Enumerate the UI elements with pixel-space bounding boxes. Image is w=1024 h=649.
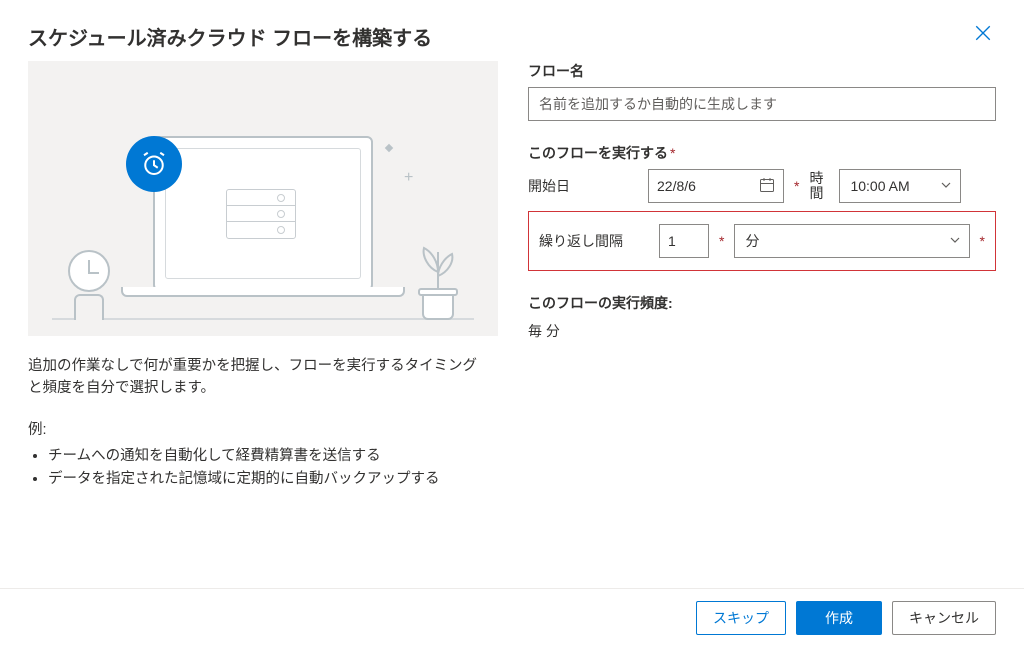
time-label: 時間 — [809, 171, 829, 202]
start-date-input[interactable]: 22/8/6 — [648, 169, 784, 203]
dialog-header: スケジュール済みクラウド フローを構築する — [0, 0, 1024, 61]
frequency-section: このフローの実行頻度: 毎 分 — [528, 293, 996, 341]
chevron-down-icon — [940, 178, 952, 194]
required-marker: * — [794, 178, 799, 194]
description-text: 追加の作業なしで何が重要かを把握し、フローを実行するタイミングと頻度を自分で選択… — [28, 356, 488, 400]
list-item: データを指定された記憶域に定期的に自動バックアップする — [48, 468, 488, 491]
repeat-unit-select[interactable]: 分 — [734, 224, 969, 258]
repeat-highlighted-section: 繰り返し間隔 1 * 分 * — [528, 211, 996, 271]
required-marker: * — [980, 233, 985, 249]
desk-clock-icon — [64, 250, 114, 320]
start-date-label: 開始日 — [528, 176, 638, 196]
chevron-down-icon — [949, 233, 961, 249]
dialog-title: スケジュール済みクラウド フローを構築する — [28, 22, 432, 51]
flow-name-input[interactable] — [528, 87, 996, 121]
repeat-unit-value: 分 — [745, 231, 759, 251]
time-value: 10:00 AM — [850, 178, 909, 194]
repeat-value-input[interactable]: 1 — [659, 224, 709, 258]
frequency-label: このフローの実行頻度: — [528, 293, 996, 313]
right-column: フロー名 このフローを実行する* 開始日 22/8/6 * 時間 — [508, 61, 996, 588]
create-button[interactable]: 作成 — [796, 601, 882, 635]
flow-name-label: フロー名 — [528, 61, 996, 81]
time-select[interactable]: 10:00 AM — [839, 169, 961, 203]
dialog-body: + — [0, 61, 1024, 588]
calendar-icon[interactable] — [759, 177, 775, 196]
plant-icon — [408, 230, 468, 320]
examples-label: 例: — [28, 418, 488, 439]
run-section: このフローを実行する* 開始日 22/8/6 * 時間 10:00 AM — [528, 143, 996, 203]
sparkle-icon: + — [404, 169, 413, 187]
left-column: + — [28, 61, 508, 588]
start-date-value: 22/8/6 — [657, 178, 696, 194]
dialog: スケジュール済みクラウド フローを構築する + — [0, 0, 1024, 649]
illustration: + — [28, 61, 498, 336]
laptop-icon — [153, 136, 393, 311]
examples-list: チームへの通知を自動化して経費精算書を送信する データを指定された記憶域に定期的… — [28, 445, 488, 491]
calendar-grid-icon — [226, 189, 306, 249]
close-icon[interactable] — [970, 22, 996, 50]
cancel-button[interactable]: キャンセル — [892, 601, 996, 635]
skip-button[interactable]: スキップ — [696, 601, 786, 635]
alarm-clock-icon — [126, 136, 182, 192]
list-item: チームへの通知を自動化して経費精算書を送信する — [48, 445, 488, 468]
flow-name-section: フロー名 — [528, 61, 996, 121]
frequency-value: 毎 分 — [528, 321, 996, 341]
required-marker: * — [719, 233, 724, 249]
run-section-label: このフローを実行する* — [528, 143, 996, 163]
repeat-label: 繰り返し間隔 — [539, 231, 649, 251]
dialog-footer: スキップ 作成 キャンセル — [0, 588, 1024, 649]
